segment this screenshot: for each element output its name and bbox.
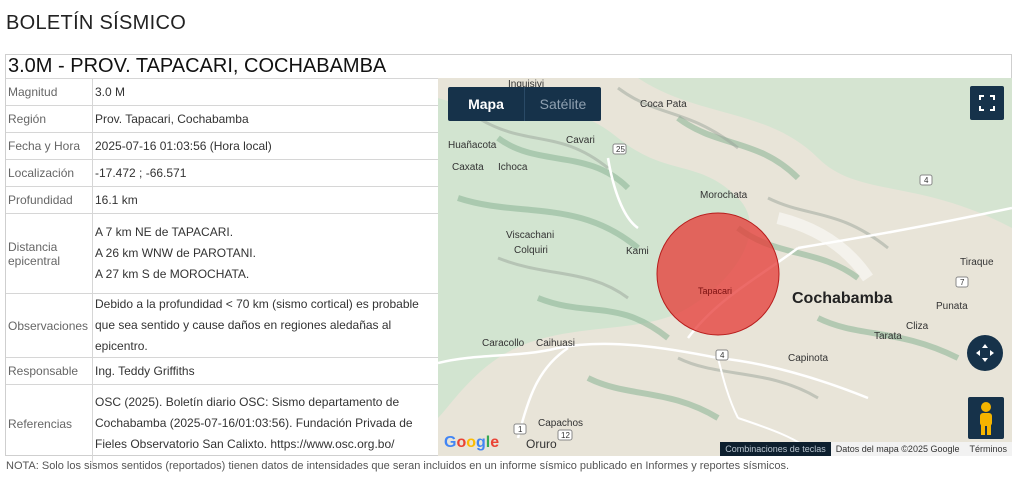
svg-text:25: 25 <box>616 145 625 154</box>
place-label: Viscachani <box>506 230 554 241</box>
pan-icon <box>976 344 994 362</box>
place-label: Kami <box>626 246 649 257</box>
row-label: Profundidad <box>6 186 93 214</box>
route-shield: 12 <box>557 429 573 441</box>
svg-text:1: 1 <box>518 425 523 434</box>
city-cochabamba: Cochabamba <box>792 290 893 307</box>
place-label: Caihuasi <box>536 338 575 349</box>
place-label: Caxata <box>452 162 484 173</box>
table-row: Distancia epicentral A 7 km NE de TAPACA… <box>6 213 438 294</box>
row-value: A 7 km NE de TAPACARI. A 26 km WNW de PA… <box>92 213 438 294</box>
distance-line: A 27 km S de MOROCHATA. <box>95 267 250 281</box>
route-shield: 25 <box>612 143 627 155</box>
place-label: Huañacota <box>448 140 497 151</box>
pegman-icon <box>980 402 992 435</box>
place-label: Capinota <box>788 353 828 364</box>
map-type-map-button[interactable]: Mapa <box>448 87 524 121</box>
row-label: Responsable <box>6 357 93 385</box>
table-row: Profundidad 16.1 km <box>6 186 438 214</box>
footer-note: NOTA: Solo los sismos sentidos (reportad… <box>6 460 790 472</box>
svg-text:12: 12 <box>561 431 570 440</box>
place-label: Tarata <box>874 331 902 342</box>
table-row: Región Prov. Tapacari, Cochabamba <box>6 105 438 133</box>
event-title: 3.0M - PROV. TAPACARI, COCHABAMBA <box>8 55 387 77</box>
place-label: Capachos <box>538 418 583 429</box>
map-type-satellite-button[interactable]: Satélite <box>524 87 601 121</box>
row-value: 3.0 M <box>92 78 438 106</box>
google-logo: Google <box>444 434 500 451</box>
route-shield: 7 <box>955 276 969 288</box>
camera-control-button[interactable] <box>967 335 1003 371</box>
distance-line: A 26 km WNW de PAROTANI. <box>95 246 256 260</box>
table-row: Magnitud 3.0 M <box>6 78 438 106</box>
row-label: Observaciones <box>6 293 93 358</box>
fullscreen-icon <box>979 95 995 111</box>
place-label: Oruro <box>526 437 557 451</box>
table-row: Responsable Ing. Teddy Griffiths <box>6 357 438 385</box>
route-shield: 4 <box>919 174 933 186</box>
info-table: Magnitud 3.0 M Región Prov. Tapacari, Co… <box>6 78 438 463</box>
row-label: Magnitud <box>6 78 93 106</box>
route-shield: 4 <box>715 349 729 361</box>
page-title: BOLETÍN SÍSMICO <box>6 12 187 34</box>
map-data-text: Datos del mapa ©2025 Google <box>830 442 965 456</box>
row-value: Ing. Teddy Griffiths <box>92 357 438 385</box>
map-canvas[interactable]: Tapacari Cochabamba Inquisivi Coca Pata … <box>438 78 1012 456</box>
map-type-control: Mapa Satélite <box>448 87 601 121</box>
route-shield: 1 <box>513 423 527 435</box>
place-label: Morochata <box>700 190 748 201</box>
place-label: Ichoca <box>498 162 528 173</box>
fullscreen-button[interactable] <box>970 86 1004 120</box>
row-value: -17.472 ; -66.571 <box>92 159 438 187</box>
distance-line: A 7 km NE de TAPACARI. <box>95 225 234 239</box>
svg-text:4: 4 <box>720 351 725 360</box>
row-label: Fecha y Hora <box>6 132 93 160</box>
keyboard-shortcuts-link[interactable]: Combinaciones de teclas <box>720 442 831 456</box>
row-label: Distancia epicentral <box>6 213 93 294</box>
table-row: Referencias OSC (2025). Boletín diario O… <box>6 384 438 463</box>
terms-link[interactable]: Términos <box>964 442 1012 456</box>
map-attribution: Combinaciones de teclas Datos del mapa ©… <box>720 442 1012 456</box>
epicenter-circle <box>656 212 780 336</box>
table-row: Fecha y Hora 2025-07-16 01:03:56 (Hora l… <box>6 132 438 160</box>
row-value: OSC (2025). Boletín diario OSC: Sismo de… <box>92 384 438 463</box>
place-label: Caracollo <box>482 338 525 349</box>
row-value: Prov. Tapacari, Cochabamba <box>92 105 438 133</box>
epicenter-label: Tapacari <box>698 286 732 296</box>
place-label: Cavari <box>566 135 595 146</box>
place-label: Punata <box>936 301 968 312</box>
epicenter-map[interactable]: Tapacari Cochabamba Inquisivi Coca Pata … <box>438 78 1012 456</box>
street-view-pegman-button[interactable] <box>968 397 1004 439</box>
place-label: Coca Pata <box>640 99 687 110</box>
row-label: Referencias <box>6 384 93 463</box>
table-row: Observaciones Debido a la profundidad < … <box>6 293 438 358</box>
svg-text:4: 4 <box>924 176 929 185</box>
row-value: 2025-07-16 01:03:56 (Hora local) <box>92 132 438 160</box>
row-label: Localización <box>6 159 93 187</box>
place-label: Tiraque <box>960 257 994 268</box>
place-label: Cliza <box>906 321 929 332</box>
row-value: 16.1 km <box>92 186 438 214</box>
row-value: Debido a la profundidad < 70 km (sismo c… <box>92 293 438 358</box>
svg-text:7: 7 <box>960 278 965 287</box>
place-label: Colquiri <box>514 245 548 256</box>
row-label: Región <box>6 105 93 133</box>
table-row: Localización -17.472 ; -66.571 <box>6 159 438 187</box>
bulletin-panel: 3.0M - PROV. TAPACARI, COCHABAMBA Magnit… <box>5 54 1012 463</box>
